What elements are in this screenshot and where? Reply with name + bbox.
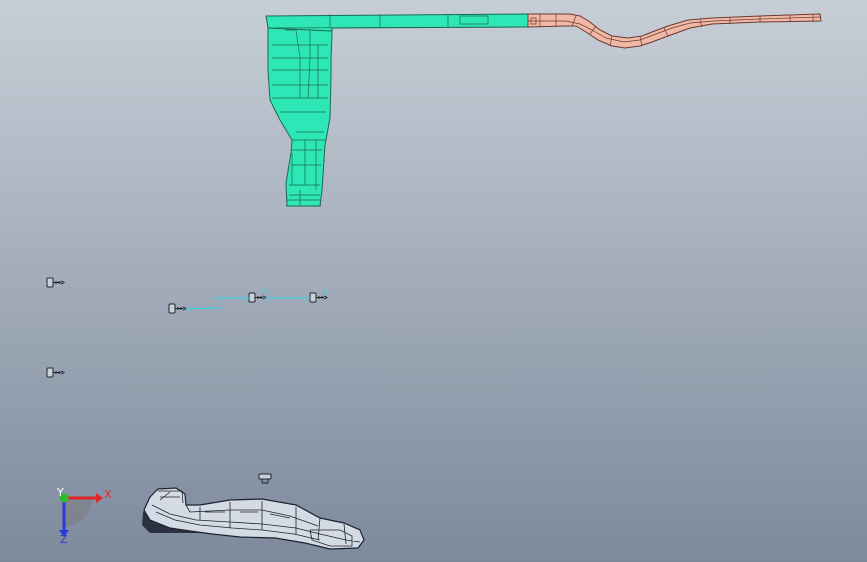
axis-label-x: X bbox=[104, 488, 112, 501]
bolt-icon[interactable] bbox=[168, 303, 188, 314]
axis-label-y: Y bbox=[56, 486, 64, 499]
axis-label-z: Z bbox=[60, 533, 68, 546]
fastener-group[interactable] bbox=[46, 277, 329, 484]
model-scene[interactable]: X Y Z bbox=[0, 0, 867, 562]
bolt-icon[interactable] bbox=[309, 292, 329, 303]
bolt-icon[interactable] bbox=[258, 473, 272, 484]
coordinate-triad-icon: X Y Z bbox=[56, 486, 112, 546]
bolt-icon[interactable] bbox=[248, 292, 268, 303]
bolt-icon[interactable] bbox=[46, 277, 66, 288]
bracket-part[interactable] bbox=[265, 13, 529, 207]
rail-part[interactable] bbox=[527, 13, 822, 49]
bolt-icon[interactable] bbox=[46, 367, 66, 378]
lower-part[interactable] bbox=[142, 487, 365, 550]
graphics-viewport[interactable]: X Y Z bbox=[0, 0, 867, 562]
constraint-line bbox=[185, 289, 328, 310]
